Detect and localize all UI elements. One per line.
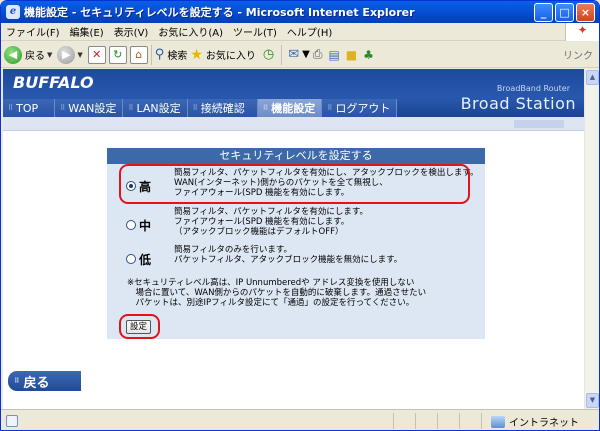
grip-icon: ⠿ [262,104,269,112]
radio-medium[interactable] [126,220,136,230]
product-subtitle: BroadBand Router [496,84,570,93]
chevron-down-icon[interactable]: ▼ [302,49,310,60]
nav-item-logout[interactable]: ⠿ ログアウト [322,99,398,117]
sub-bar [3,117,584,131]
favorites-button[interactable]: ★ お気に入り [190,47,256,63]
page-icon [6,415,18,427]
status-bar: イントラネット [1,409,599,430]
discuss-icon[interactable]: ■ [346,48,357,62]
search-icon: ⚲ [154,47,165,62]
note-line-1: ※セキュリティレベル高は、IP Unnumberedや アドレス変換を使用しない [127,278,415,288]
links-label[interactable]: リンク [563,47,593,62]
toolbar-separator [150,44,152,65]
close-button[interactable]: × [576,2,595,22]
messenger-icon[interactable]: ♣ [363,48,374,62]
grip-icon: ⠿ [327,104,332,112]
back-page-label: 戻る [23,375,50,391]
browser-window: e 機能設定 - セキュリティレベルを設定する - Microsoft Inte… [0,0,600,431]
grip-icon: ⠿ [192,104,198,112]
toolbar: ◀ 戻る ▼ ▶ ▼ ✕ ↻ ⌂ ⚲ 検索 ★ お気に入り ◷ ✉ ▼ ⎙ ▤ … [1,42,599,68]
nav-item-connection-check[interactable]: ⠿ 接続確認 [187,99,258,117]
window-title: 機能設定 - セキュリティレベルを設定する - Microsoft Intern… [24,6,415,19]
product-name: Broad Station [460,94,576,113]
grip-icon: ⠿ [128,104,133,112]
highlight-high-option [119,164,470,204]
menu-bar: ファイル(F) 編集(E) 表示(V) お気に入り(A) ツール(T) ヘルプ(… [1,22,599,41]
chevron-down-icon[interactable]: ▼ [47,51,52,59]
nav-item-function-settings[interactable]: ⠿ 機能設定 [257,99,323,117]
grip-icon: ⠿ [60,104,65,112]
scroll-down-icon[interactable]: ▼ [586,393,599,408]
refresh-icon[interactable]: ↻ [108,45,127,64]
panel-title: セキュリティレベルを設定する [107,148,485,164]
nav-item-lan[interactable]: ⠿ LAN設定 [123,99,188,117]
search-button[interactable]: ⚲ 検索 [155,47,188,62]
security-zone: イントラネット [491,414,579,429]
nav-item-wan[interactable]: ⠿ WAN設定 [55,99,124,117]
nav-label: 接続確認 [200,102,245,115]
favorites-label: お気に入り [205,51,256,62]
menu-tools[interactable]: ツール(T) [228,24,282,39]
nav-label: 機能設定 [271,102,316,115]
minimize-button[interactable]: _ [534,2,553,22]
menu-favorites[interactable]: お気に入り(A) [153,24,228,39]
status-divider [393,413,394,429]
ie-icon: e [6,5,20,19]
grip-icon: ⠿ [14,377,20,385]
back-arrow-icon: ◀ [4,45,22,64]
star-icon: ★ [190,46,203,63]
menu-file[interactable]: ファイル(F) [1,24,65,39]
status-divider [459,413,460,429]
note-line-3: パケットは、別途IPフィルタ設定にて「通過」の設定を行ってください。 [127,298,415,308]
stop-icon[interactable]: ✕ [87,45,106,64]
sub-bar-decoration [514,120,564,128]
toolbar-separator [281,44,283,65]
nav-label: TOP [16,101,39,115]
level-medium-line-3: （アタックブロック機能はデフォルトOFF） [174,227,344,237]
menu-help[interactable]: ヘルプ(H) [282,24,337,39]
windows-flag-icon: ✦ [565,22,599,41]
scroll-up-icon[interactable]: ▲ [586,70,599,85]
nav-label: ログアウト [335,102,391,115]
security-note: ※セキュリティレベル高は、IP Unnumberedや アドレス変換を使用しない… [127,278,426,308]
nav-label: WAN設定 [68,102,117,115]
back-label: 戻る [25,51,45,62]
back-page-button[interactable]: ⠿ 戻る [8,371,81,391]
level-low-label: 低 [139,253,152,267]
nav-bar: ⠿ TOP ⠿ WAN設定 ⠿ LAN設定 ⠿ 接続確認 ⠿ 機能設定 ⠿ ログアウト [3,99,398,117]
home-icon[interactable]: ⌂ [129,45,148,64]
print-icon[interactable]: ⎙ [313,47,323,62]
vertical-scrollbar[interactable]: ▲ ▼ [584,69,599,409]
forward-arrow-icon: ▶ [57,45,76,64]
status-divider [481,413,482,429]
history-icon[interactable]: ◷ [263,47,274,62]
chevron-down-icon[interactable]: ▼ [77,51,82,59]
title-bar[interactable]: e 機能設定 - セキュリティレベルを設定する - Microsoft Inte… [1,1,599,23]
level-medium-label: 中 [139,219,152,233]
menu-view[interactable]: 表示(V) [109,24,154,39]
forward-button[interactable]: ▶ ▼ [57,45,84,64]
menu-edit[interactable]: 編集(E) [65,24,109,39]
zone-label: イントラネット [509,418,579,429]
search-label: 検索 [167,51,188,62]
level-low-line-2: パケットフィルタ、アタックブロック機能を無効にします。 [174,255,403,265]
intranet-icon [491,415,505,428]
radio-low[interactable] [126,254,136,264]
nav-label: LAN設定 [136,102,181,115]
grip-icon: ⠿ [8,104,13,112]
buffalo-logo: BUFFALO [13,73,94,92]
edit-icon[interactable]: ▤ [328,48,339,62]
status-divider [415,413,416,429]
maximize-button[interactable]: □ [555,2,574,22]
note-line-2: 場合に置いて、WAN側からのパケットを自動的に破棄します。通過させたい [127,288,427,298]
back-button[interactable]: ◀ 戻る ▼ [4,45,54,64]
highlight-apply-button [119,314,160,339]
nav-item-top[interactable]: ⠿ TOP [3,99,56,117]
buffalo-header: BUFFALO BroadBand Router Broad Station ⠿… [3,69,584,117]
page-content: BUFFALO BroadBand Router Broad Station ⠿… [3,69,584,409]
mail-icon[interactable]: ✉ [288,47,299,62]
status-divider [437,413,438,429]
